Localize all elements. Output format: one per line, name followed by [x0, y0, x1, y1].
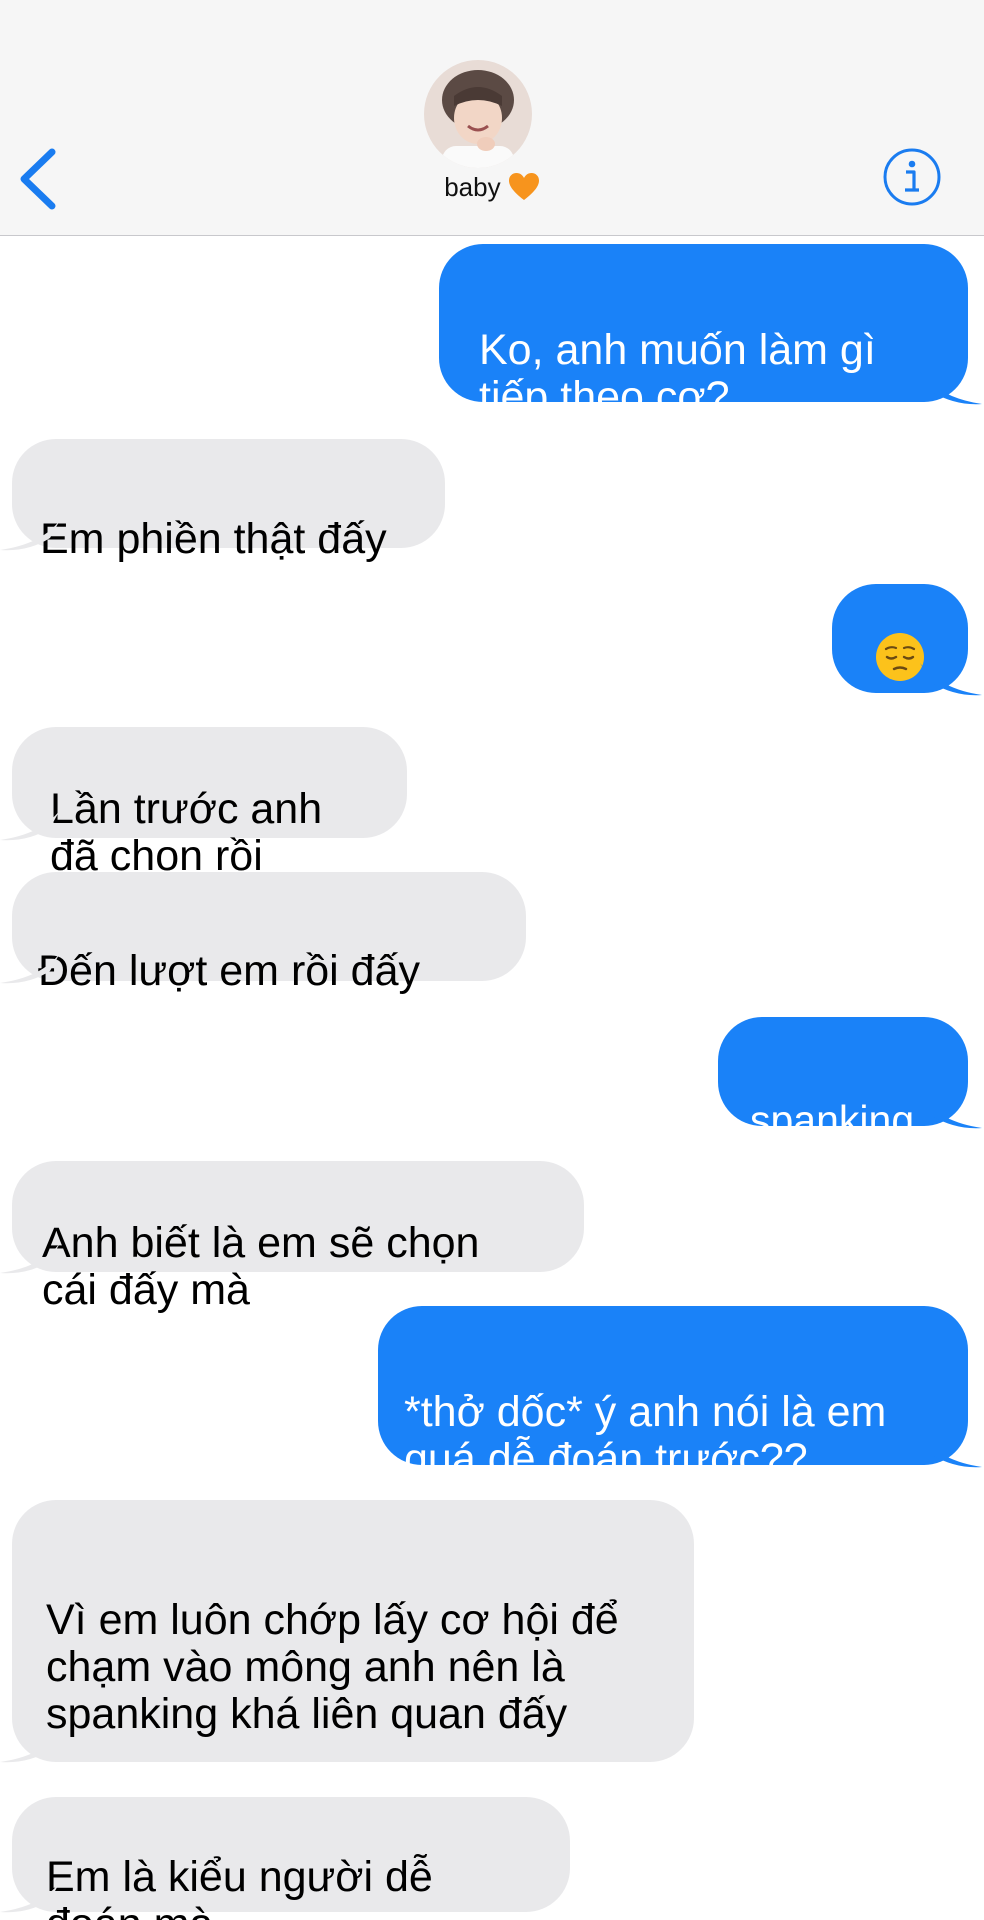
received-message-bubble[interactable]: Em là kiểu người dễ đoán mà: [12, 1797, 570, 1920]
info-button[interactable]: [882, 147, 942, 207]
sent-message-bubble[interactable]: Ko, anh muốn làm gì tiếp theo cơ?: [439, 244, 968, 421]
sent-message-bubble[interactable]: *thở dốc* ý anh nói là em quá dễ đoán tr…: [378, 1306, 968, 1483]
bubble-tail: [0, 1882, 60, 1913]
message-text: Ko, anh muốn làm gì tiếp theo cơ?: [479, 326, 876, 421]
bubble-tail: [920, 1435, 982, 1468]
bubble-tail: [920, 1096, 982, 1129]
received-message-bubble[interactable]: Vì em luôn chớp lấy cơ hội để chạm vào m…: [12, 1500, 694, 1762]
bubble-tail: [920, 663, 982, 696]
pensive-face-emoji: [875, 585, 925, 692]
message-text: Anh biết là em sẽ chọn cái đấy mà: [42, 1219, 480, 1314]
message-text: Vì em luôn chớp lấy cơ hội để chạm vào m…: [46, 1596, 619, 1738]
conversation-header: baby: [0, 0, 984, 236]
received-message-bubble[interactable]: Em phiền thật đấy: [12, 439, 445, 563]
bubble-tail: [0, 1732, 60, 1763]
message-text: Lần trước anh đã chọn rồi: [50, 785, 323, 880]
received-message-bubble[interactable]: Anh biết là em sẽ chọn cái đấy mà: [12, 1161, 584, 1314]
message-text: *thở dốc* ý anh nói là em quá dễ đoán tr…: [404, 1388, 887, 1483]
bubble-tail: [0, 520, 60, 551]
message-text: spanking: [750, 1097, 915, 1143]
orange-heart-icon: [508, 172, 540, 202]
contact-name[interactable]: baby: [0, 172, 984, 203]
bubble-tail: [0, 953, 60, 984]
contact-name-text: baby: [444, 172, 501, 202]
bubble-tail: [0, 810, 60, 841]
bubble-tail: [920, 372, 982, 405]
message-text: Em là kiểu người dễ đoán mà: [46, 1853, 433, 1920]
message-text: Em phiền thật đấy: [40, 515, 387, 563]
bubble-tail: [0, 1243, 60, 1274]
message-text: Đến lượt em rồi đấy: [38, 947, 421, 995]
contact-avatar[interactable]: [424, 60, 532, 168]
received-message-bubble[interactable]: Lần trước anh đã chọn rồi: [12, 727, 407, 880]
info-circle-icon: [883, 148, 941, 206]
received-message-bubble[interactable]: Đến lượt em rồi đấy: [12, 872, 526, 995]
